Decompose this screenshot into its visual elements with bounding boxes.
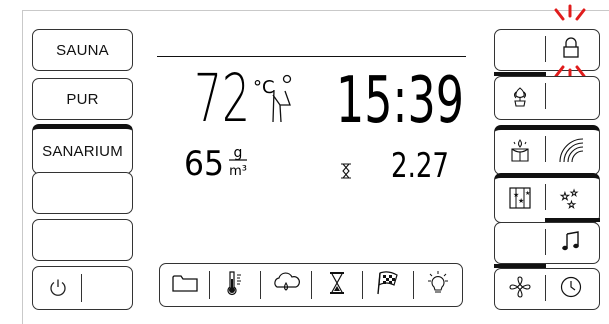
aroma-icon bbox=[508, 137, 532, 168]
power-button-divider bbox=[81, 274, 82, 302]
sparkles-icon: ☆ ☆ ☆ bbox=[558, 186, 584, 215]
music-row bbox=[494, 218, 600, 264]
folder-icon bbox=[171, 272, 199, 299]
lock-alert-indicator bbox=[554, 4, 586, 82]
function-bar bbox=[159, 263, 463, 307]
time-display: 15:39 bbox=[336, 64, 464, 138]
mode-button-empty-2[interactable] bbox=[32, 219, 133, 261]
music-icon bbox=[561, 229, 581, 258]
flower-icon bbox=[509, 84, 531, 113]
remaining-time: 2.27 bbox=[391, 146, 449, 186]
clock-icon bbox=[559, 275, 583, 304]
hourglass-icon bbox=[328, 270, 346, 301]
svg-text:★: ★ bbox=[525, 190, 530, 197]
rainbow-light-button[interactable] bbox=[546, 130, 596, 174]
fan-icon bbox=[508, 275, 532, 304]
star-panel-button[interactable]: ★ ★ ★ bbox=[495, 178, 545, 222]
empty-slot[interactable] bbox=[495, 223, 545, 263]
star-panel-icon: ★ ★ ★ bbox=[508, 186, 532, 215]
temperature-value: 72 bbox=[194, 60, 250, 137]
hourglass-icon bbox=[341, 163, 351, 179]
empty-slot[interactable] bbox=[546, 77, 596, 119]
humidity-unit-bottom: m³ bbox=[229, 164, 247, 179]
seat-person-icon bbox=[272, 74, 292, 123]
light-button[interactable] bbox=[414, 264, 462, 306]
bulb-icon bbox=[423, 269, 453, 302]
humidity-button[interactable] bbox=[261, 264, 311, 306]
svg-text:★: ★ bbox=[518, 197, 524, 205]
mode-button-sauna[interactable]: SAUNA bbox=[32, 29, 133, 71]
music-button[interactable] bbox=[546, 223, 596, 263]
mode-label: PUR bbox=[66, 90, 99, 108]
mode-button-sanarium[interactable]: SANARIUM bbox=[32, 124, 133, 174]
flag-icon bbox=[375, 270, 401, 301]
power-button[interactable] bbox=[32, 266, 133, 310]
humidity-icon bbox=[271, 271, 301, 300]
starlight-row: ★ ★ ★ ☆ ☆ ☆ bbox=[494, 173, 600, 223]
main-display: 72 °C 15:39 65 g m³ 2.27 bbox=[184, 60, 464, 186]
mode-button-pur[interactable]: PUR bbox=[32, 78, 133, 120]
start-finish-button[interactable] bbox=[363, 264, 413, 306]
humidity-value: 65 bbox=[184, 144, 224, 184]
aroma-flower-row bbox=[494, 72, 600, 120]
clock-button[interactable] bbox=[546, 269, 596, 309]
power-icon bbox=[49, 278, 67, 298]
humidity-unit-top: g bbox=[234, 145, 243, 161]
mode-button-empty-1[interactable] bbox=[32, 172, 133, 214]
mode-label: SAUNA bbox=[56, 41, 109, 59]
fan-button[interactable] bbox=[495, 269, 545, 309]
display-top-rule bbox=[157, 56, 466, 57]
frame-top-line bbox=[22, 10, 609, 11]
rainbow-icon bbox=[557, 136, 585, 169]
flower-button[interactable] bbox=[495, 77, 545, 119]
svg-text:☆: ☆ bbox=[570, 188, 578, 198]
aroma-light-row bbox=[494, 125, 600, 175]
sparkles-button[interactable]: ☆ ☆ ☆ bbox=[546, 178, 596, 222]
thermometer-icon bbox=[224, 269, 246, 302]
program-button[interactable] bbox=[160, 264, 209, 306]
temperature-unit: °C bbox=[253, 77, 275, 98]
temperature-button[interactable] bbox=[210, 264, 260, 306]
mode-label: SANARIUM bbox=[42, 142, 123, 160]
empty-slot[interactable] bbox=[495, 30, 545, 70]
frame-left-line bbox=[22, 10, 23, 324]
timer-button[interactable] bbox=[312, 264, 362, 306]
aroma-button[interactable] bbox=[495, 130, 545, 174]
svg-text:☆: ☆ bbox=[567, 200, 576, 210]
fan-clock-row bbox=[494, 264, 600, 310]
